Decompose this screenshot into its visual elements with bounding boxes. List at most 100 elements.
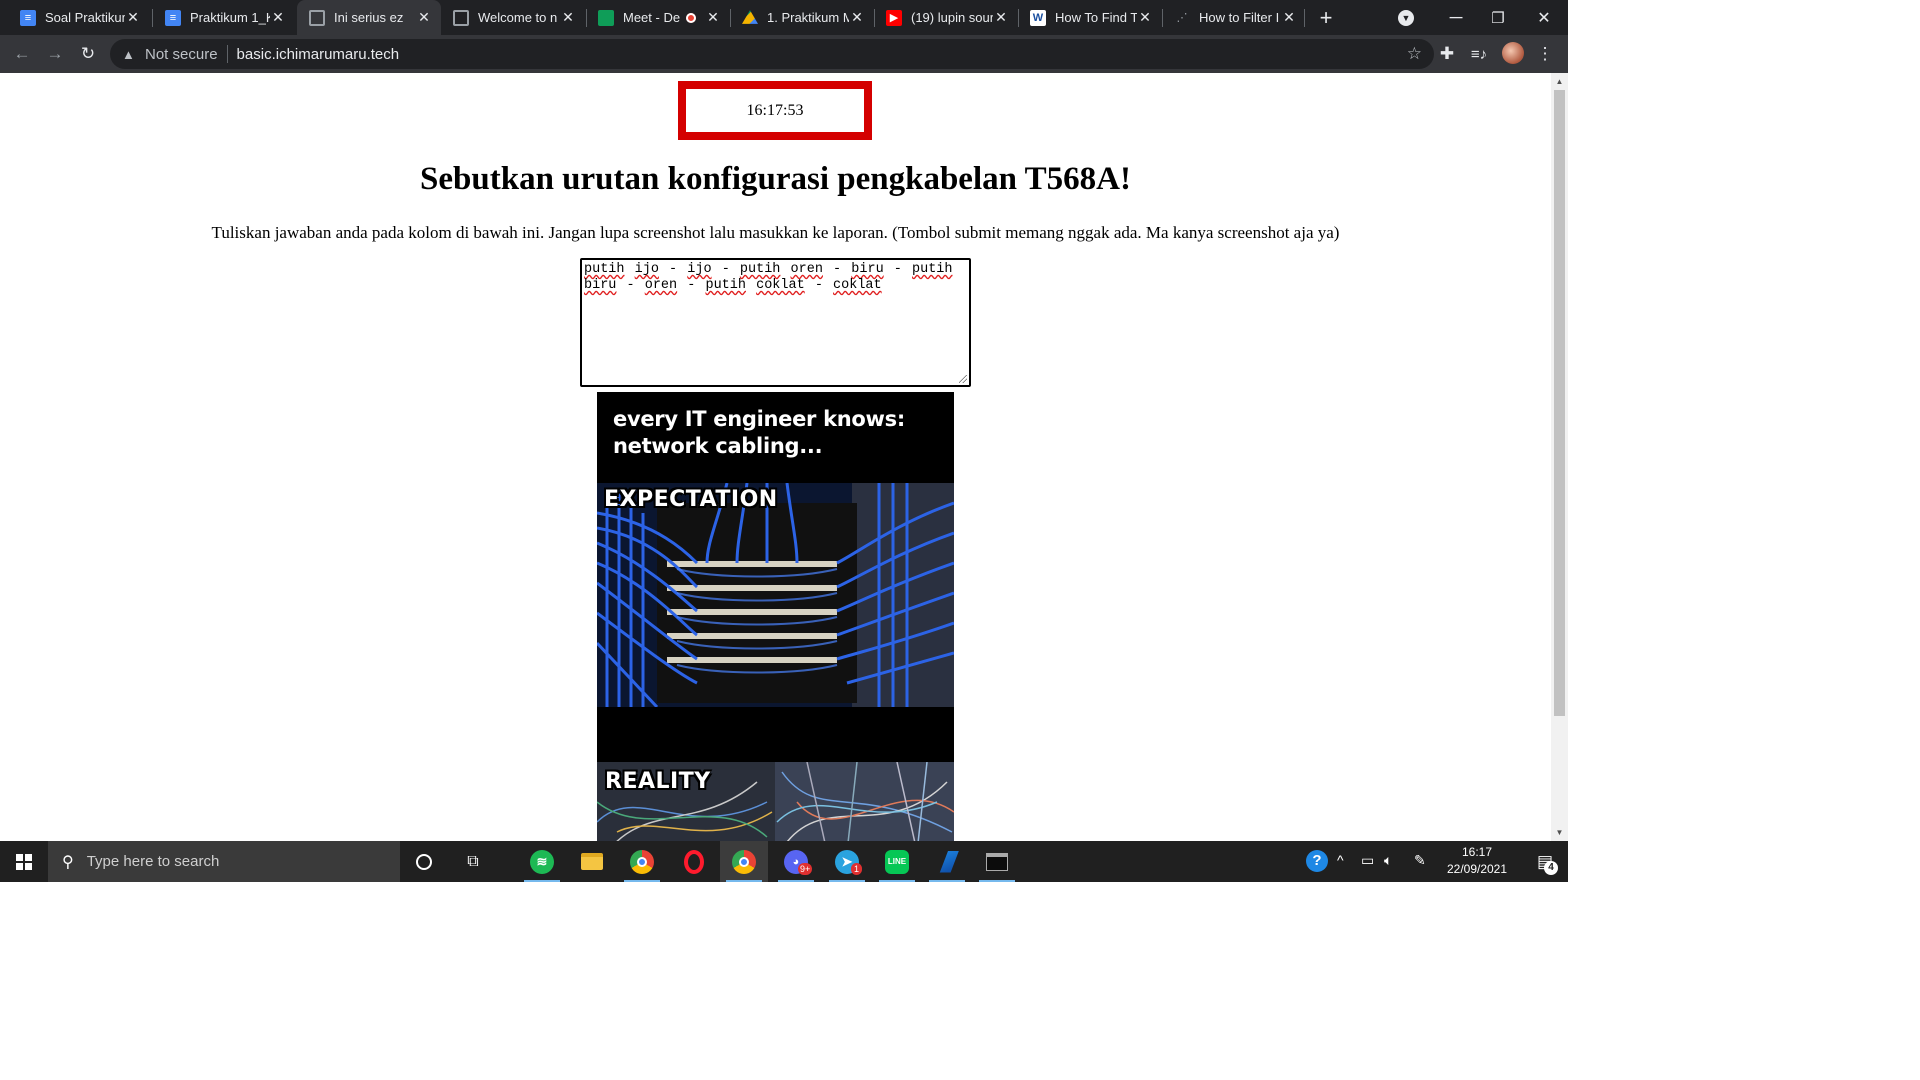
file-explorer-app[interactable] <box>568 841 616 882</box>
tab-ini-serius-ez[interactable]: Ini serius ez ✕ <box>297 0 441 35</box>
bookmark-star-icon[interactable]: ☆ <box>1407 44 1422 64</box>
misspelled-word: putih <box>584 262 625 277</box>
reload-button[interactable]: ↻ <box>75 41 101 67</box>
close-icon[interactable]: ✕ <box>560 9 576 26</box>
telegram-app[interactable]: ➤ 1 <box>823 841 871 882</box>
tab-title: (19) lupin sour <box>911 10 993 25</box>
close-icon[interactable]: ✕ <box>416 9 432 26</box>
tab-how-to-filter[interactable]: ⋰ How to Filter I ✕ <box>1162 0 1306 35</box>
chrome-profile-icon <box>732 849 756 874</box>
back-button[interactable]: ← <box>9 41 35 67</box>
url-text[interactable]: basic.ichimarumaru.tech <box>237 46 400 63</box>
search-icon: ⚲ <box>62 853 74 871</box>
folder-icon <box>581 853 603 870</box>
tray-date: 22/09/2021 <box>1446 862 1508 876</box>
spotify-app[interactable]: ≋ <box>518 841 566 882</box>
instructions-text: Tuliskan jawaban anda pada kolom di bawa… <box>211 223 1340 242</box>
close-icon[interactable]: ✕ <box>1281 9 1297 26</box>
discord-badge: 9+ <box>798 863 813 875</box>
chevron-up-icon[interactable]: ^ <box>1337 852 1344 868</box>
edge-app[interactable] <box>923 841 971 882</box>
scroll-thumb[interactable] <box>1554 90 1565 716</box>
resize-grip-icon[interactable] <box>959 375 967 383</box>
discord-app[interactable]: ◕ 9+ <box>772 841 820 882</box>
loading-icon: ⋰ <box>1176 12 1188 24</box>
extensions-puzzle-icon[interactable]: ✚ <box>1434 41 1460 67</box>
tab-meet[interactable]: Meet - De ✕ <box>586 0 730 35</box>
tab-separator <box>1304 9 1305 27</box>
chrome-app[interactable] <box>618 841 666 882</box>
windows-taskbar: ⚲ Type here to search ⧉ ≋ ◕ 9+ ➤ 1 LINE … <box>0 841 1568 882</box>
page-scrollbar[interactable]: ▲ ▼ <box>1551 73 1568 841</box>
tab-title: Soal Praktikum <box>45 10 125 25</box>
window-close-button[interactable]: ✕ <box>1524 0 1564 35</box>
action-center-button[interactable]: ▤ 4 <box>1522 841 1568 882</box>
terminal-app[interactable] <box>973 841 1021 882</box>
security-label[interactable]: Not secure <box>145 46 218 63</box>
tab-title: Meet - De <box>623 10 681 25</box>
media-playlist-icon[interactable]: ≡♪ <box>1466 41 1492 67</box>
globe-icon <box>453 9 469 26</box>
tab-search-button[interactable]: ▼ <box>1386 0 1426 35</box>
new-tab-button[interactable]: + <box>1306 0 1346 35</box>
line-app[interactable]: LINE <box>873 841 921 882</box>
tab-praktikum-drive[interactable]: 1. Praktikum M ✕ <box>730 0 874 35</box>
close-icon[interactable]: ✕ <box>270 9 286 26</box>
divider <box>226 45 228 63</box>
task-view-button[interactable]: ⧉ <box>449 841 497 882</box>
cortana-button[interactable] <box>400 841 448 882</box>
misspelled-word: putih <box>705 278 746 293</box>
menu-kebab-icon[interactable]: ⋮ <box>1532 41 1558 67</box>
close-icon[interactable]: ✕ <box>125 9 141 26</box>
opera-app[interactable] <box>670 841 718 882</box>
help-icon[interactable]: ? <box>1306 850 1328 872</box>
clock-tray[interactable]: 16:17 22/09/2021 <box>1440 844 1514 878</box>
answer-text: putih ijo - ijo - putih oren - biru - pu… <box>584 262 953 293</box>
answer-textarea[interactable]: putih ijo - ijo - putih oren - biru - pu… <box>580 258 971 387</box>
close-icon[interactable]: ✕ <box>1137 9 1153 26</box>
browser-toolbar: ← → ↻ ▲ Not secure basic.ichimarumaru.te… <box>0 35 1568 73</box>
windows-logo-icon <box>16 853 32 870</box>
meme-image: every IT engineer knows: network cabling… <box>597 392 954 841</box>
scroll-down-icon[interactable]: ▼ <box>1555 828 1564 837</box>
profile-avatar[interactable] <box>1502 42 1524 64</box>
close-icon[interactable]: ✕ <box>849 9 865 26</box>
expectation-label: EXPECTATION <box>604 487 778 512</box>
minimize-button[interactable]: ─ <box>1436 0 1476 35</box>
forward-button[interactable]: → <box>42 41 68 67</box>
address-bar[interactable]: ▲ Not secure basic.ichimarumaru.tech ☆ <box>110 39 1434 69</box>
notification-count: 4 <box>1544 861 1558 875</box>
question-heading: Sebutkan urutan konfigurasi pengkabelan … <box>420 161 1131 197</box>
pen-workspace-icon[interactable]: ✎ <box>1414 852 1426 869</box>
misspelled-word: coklat <box>756 278 805 293</box>
google-docs-icon: ≡ <box>165 9 181 26</box>
chrome-profile-app[interactable] <box>720 841 768 882</box>
misspelled-word: oren <box>790 262 823 277</box>
misspelled-word: putih <box>739 262 781 277</box>
spotify-icon: ≋ <box>530 849 554 874</box>
scroll-up-icon[interactable]: ▲ <box>1555 77 1564 86</box>
tab-welcome[interactable]: Welcome to n ✕ <box>441 0 585 35</box>
opera-icon <box>684 849 704 874</box>
w-site-icon: W <box>1030 9 1046 26</box>
meme-caption: every IT engineer knows: network cabling… <box>613 407 905 458</box>
close-icon[interactable]: ✕ <box>993 9 1009 26</box>
battery-icon[interactable]: ▭ <box>1361 852 1374 869</box>
clock-display: 16:17:53 <box>678 81 872 140</box>
volume-icon[interactable]: 🔈︎ <box>1384 852 1392 869</box>
tab-how-to-find[interactable]: W How To Find T ✕ <box>1018 0 1162 35</box>
restore-button[interactable]: ❐ <box>1478 0 1518 35</box>
tab-title: Praktikum 1_K <box>190 10 270 25</box>
edge-icon <box>939 850 959 873</box>
page-viewport: 16:17:53 Sebutkan urutan konfigurasi pen… <box>0 73 1551 841</box>
tab-soal-praktikum[interactable]: ≡ Soal Praktikum ✕ <box>8 0 150 35</box>
taskbar-search[interactable]: ⚲ Type here to search <box>48 841 400 882</box>
warning-icon: ▲ <box>122 46 135 62</box>
expectation-photo: EXPECTATION <box>597 483 954 707</box>
tab-praktikum-1[interactable]: ≡ Praktikum 1_K ✕ <box>153 0 295 35</box>
tab-youtube[interactable]: ▶ (19) lupin sour ✕ <box>874 0 1018 35</box>
misspelled-word: putih <box>912 262 953 277</box>
start-button[interactable] <box>0 841 48 882</box>
close-icon[interactable]: ✕ <box>705 9 721 26</box>
misspelled-word: biru <box>584 278 617 293</box>
